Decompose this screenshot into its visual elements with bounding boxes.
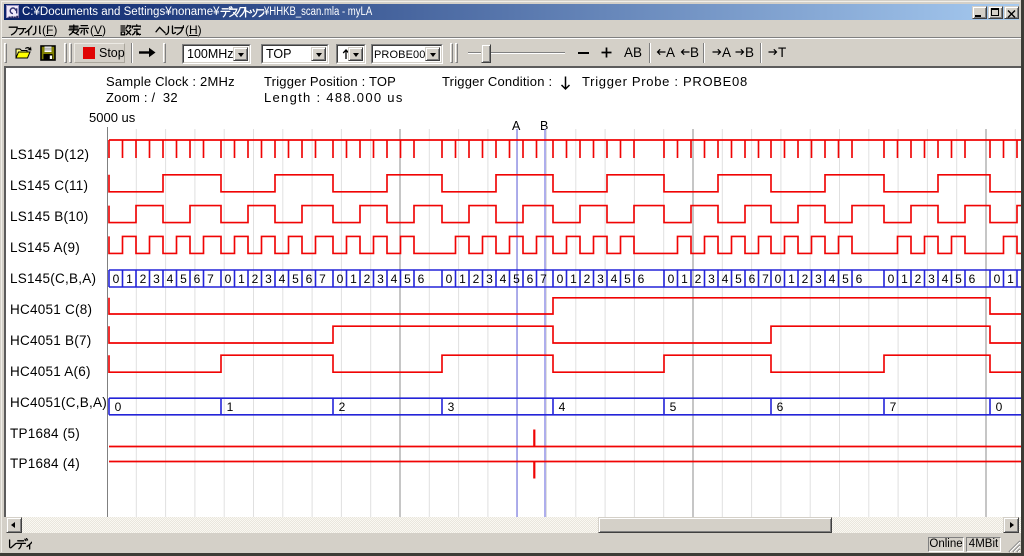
svg-text:3: 3 [815,272,822,286]
svg-text:5: 5 [955,272,962,286]
svg-text:6: 6 [527,272,534,286]
svg-text:5: 5 [404,272,411,286]
svg-text:4: 4 [829,272,836,286]
svg-text:5: 5 [735,272,742,286]
svg-text:0: 0 [775,272,782,286]
svg-text:6: 6 [306,272,313,286]
svg-text:7: 7 [540,272,547,286]
svg-text:3: 3 [486,272,493,286]
svg-text:5: 5 [624,272,631,286]
svg-text:4: 4 [500,272,507,286]
svg-text:6: 6 [418,272,425,286]
svg-text:1: 1 [459,272,466,286]
svg-text:2: 2 [695,272,702,286]
svg-text:0: 0 [668,272,675,286]
svg-text:1: 1 [126,272,133,286]
svg-text:5: 5 [513,272,520,286]
svg-text:4: 4 [391,272,398,286]
svg-text:1: 1 [681,272,688,286]
svg-text:1: 1 [570,272,577,286]
svg-text:2: 2 [140,272,147,286]
svg-text:7: 7 [319,272,326,286]
svg-text:2: 2 [584,272,591,286]
svg-text:3: 3 [708,272,715,286]
svg-text:3: 3 [377,272,384,286]
svg-text:0: 0 [446,272,453,286]
svg-text:4: 4 [559,400,566,414]
svg-text:1: 1 [1007,272,1014,286]
svg-text:3: 3 [928,272,935,286]
svg-text:1: 1 [238,272,245,286]
svg-text:2: 2 [473,272,480,286]
svg-text:4: 4 [167,272,174,286]
svg-text:6: 6 [749,272,756,286]
svg-text:7: 7 [762,272,769,286]
svg-text:0: 0 [113,272,120,286]
svg-text:6: 6 [856,272,863,286]
svg-text:4: 4 [722,272,729,286]
svg-text:3: 3 [448,400,455,414]
svg-text:2: 2 [252,272,259,286]
svg-text:1: 1 [788,272,795,286]
svg-text:2: 2 [802,272,809,286]
svg-text:4: 4 [279,272,286,286]
svg-text:4: 4 [942,272,949,286]
svg-text:5: 5 [180,272,187,286]
svg-text:3: 3 [597,272,604,286]
svg-text:0: 0 [225,272,232,286]
svg-text:2: 2 [364,272,371,286]
svg-text:2: 2 [915,272,922,286]
svg-text:6: 6 [638,272,645,286]
svg-text:0: 0 [557,272,564,286]
svg-text:3: 3 [265,272,272,286]
svg-text:0: 0 [996,400,1003,414]
svg-text:1: 1 [350,272,357,286]
svg-text:5: 5 [842,272,849,286]
svg-text:4: 4 [611,272,618,286]
svg-text:6: 6 [969,272,976,286]
svg-text:1: 1 [901,272,908,286]
svg-text:0: 0 [337,272,344,286]
svg-text:7: 7 [207,272,214,286]
svg-text:7: 7 [890,400,897,414]
svg-text:6: 6 [777,400,784,414]
svg-text:6: 6 [194,272,201,286]
svg-text:5: 5 [292,272,299,286]
svg-text:1: 1 [227,400,234,414]
svg-text:0: 0 [115,400,122,414]
svg-text:5: 5 [670,400,677,414]
svg-text:3: 3 [153,272,160,286]
svg-text:0: 0 [888,272,895,286]
svg-text:2: 2 [339,400,346,414]
svg-text:0: 0 [994,272,1001,286]
